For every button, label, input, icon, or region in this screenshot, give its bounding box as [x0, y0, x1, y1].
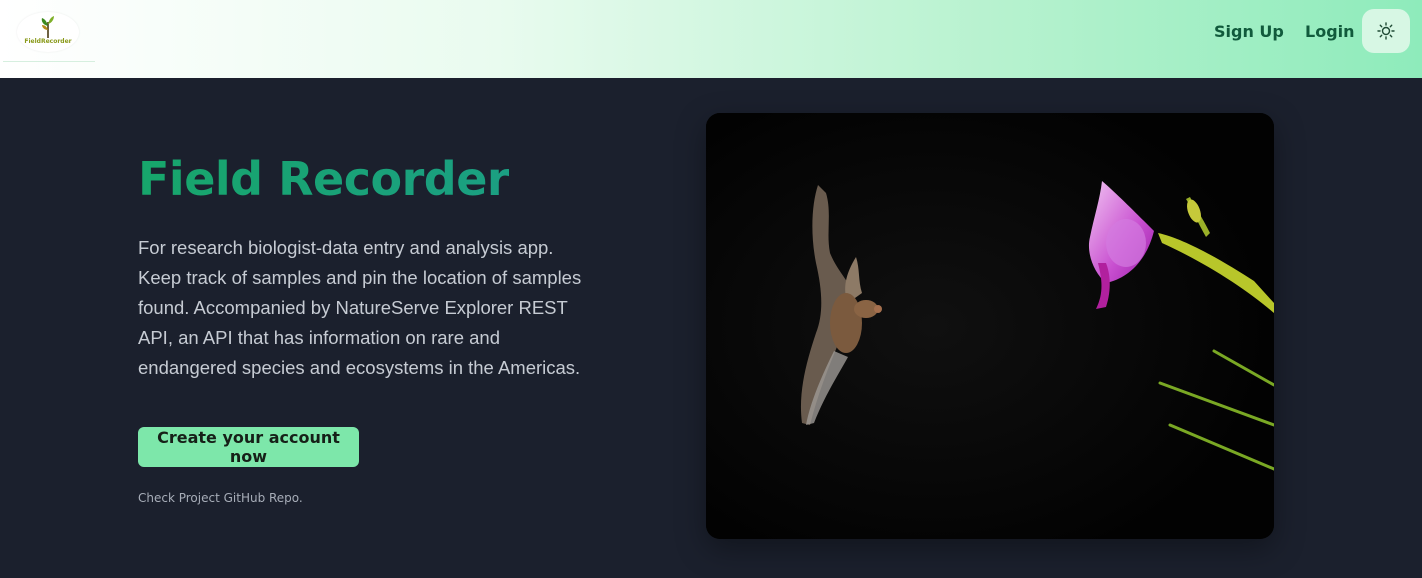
app-logo[interactable]: FieldRecorder — [17, 12, 79, 52]
login-link[interactable]: Login — [1305, 22, 1355, 44]
hero-image — [706, 113, 1274, 539]
signup-link[interactable]: Sign Up — [1214, 22, 1284, 44]
logo-container[interactable]: FieldRecorder — [3, 0, 95, 62]
create-account-button[interactable]: Create your account now — [138, 427, 359, 467]
hero-description: For research biologist-data entry and an… — [138, 237, 582, 378]
logo-text: FieldRecorder — [24, 38, 72, 45]
sprout-icon — [41, 16, 54, 38]
github-repo-link[interactable]: Check Project GitHub Repo. — [138, 491, 303, 505]
hero-title: Field Recorder — [138, 152, 510, 206]
bat-and-orchid-illustration — [706, 113, 1274, 539]
sun-icon — [1377, 22, 1395, 40]
top-navbar: FieldRecorder Sign Up Login — [0, 0, 1422, 78]
theme-toggle-button[interactable] — [1362, 9, 1410, 53]
